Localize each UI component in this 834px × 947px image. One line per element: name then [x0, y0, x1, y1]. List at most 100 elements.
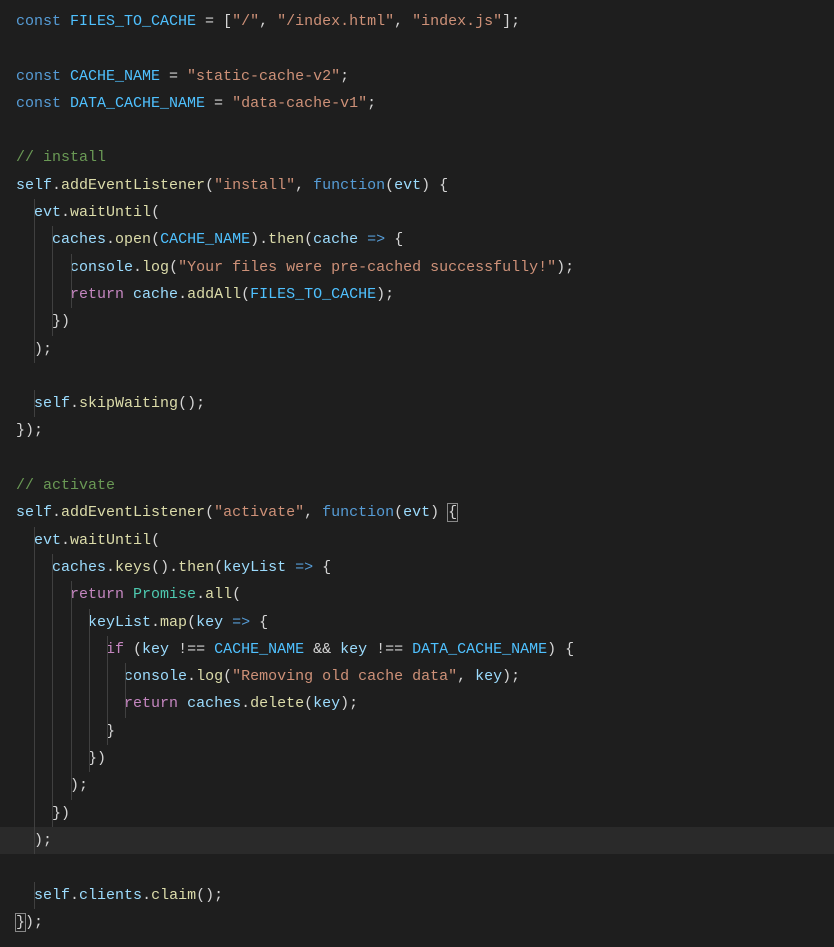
code-token: clients [79, 887, 142, 904]
code-line[interactable]: console.log("Removing old cache data", k… [16, 663, 834, 690]
code-token: evt [34, 532, 61, 549]
code-token: caches [52, 231, 106, 248]
code-token: const [16, 95, 70, 112]
code-line[interactable]: }) [16, 745, 834, 772]
code-line[interactable]: keyList.map(key => { [16, 609, 834, 636]
code-line[interactable]: // activate [16, 472, 834, 499]
code-token: ]; [502, 13, 520, 30]
code-token: ); [502, 668, 520, 685]
code-token: { [313, 559, 331, 576]
code-token: caches [52, 559, 106, 576]
code-line[interactable]: return cache.addAll(FILES_TO_CACHE); [16, 281, 834, 308]
code-token: ); [376, 286, 394, 303]
code-token: ( [205, 504, 214, 521]
code-line[interactable] [16, 445, 834, 472]
code-token: { [250, 614, 268, 631]
code-token: log [142, 259, 169, 276]
code-line[interactable]: const CACHE_NAME = "static-cache-v2"; [16, 63, 834, 90]
indent-guide [52, 772, 53, 799]
indent-guide [52, 663, 53, 690]
code-token: => [232, 614, 250, 631]
code-token: }) [16, 805, 70, 822]
indent-guide [71, 636, 72, 663]
code-token: keyList [223, 559, 286, 576]
code-token: ( [385, 177, 394, 194]
code-line[interactable]: ); [16, 827, 834, 854]
code-token: ( [205, 177, 214, 194]
indent-guide [52, 609, 53, 636]
code-line[interactable]: evt.waitUntil( [16, 199, 834, 226]
code-token: console [124, 668, 187, 685]
code-token: self [34, 887, 70, 904]
indent-guide [34, 827, 35, 854]
code-line[interactable]: } [16, 718, 834, 745]
indent-guide [34, 800, 35, 827]
code-editor[interactable]: const FILES_TO_CACHE = ["/", "/index.htm… [16, 8, 834, 936]
code-token: console [70, 259, 133, 276]
code-token: all [205, 586, 232, 603]
code-token: ); [25, 914, 43, 931]
indent-guide [34, 745, 35, 772]
code-token: } [16, 914, 25, 931]
code-line[interactable] [16, 854, 834, 881]
code-token: ( [151, 231, 160, 248]
code-token: DATA_CACHE_NAME [412, 641, 547, 658]
code-token [16, 286, 70, 303]
code-token: => [295, 559, 313, 576]
code-line[interactable] [16, 363, 834, 390]
code-line[interactable]: ); [16, 336, 834, 363]
code-line[interactable]: if (key !== CACHE_NAME && key !== DATA_C… [16, 636, 834, 663]
code-line[interactable]: return Promise.all( [16, 581, 834, 608]
code-token: const [16, 13, 70, 30]
code-line[interactable] [16, 35, 834, 62]
code-token: if [106, 641, 124, 658]
code-token: && [304, 641, 340, 658]
code-line[interactable]: self.clients.claim(); [16, 882, 834, 909]
code-token: ( [241, 286, 250, 303]
code-token: . [70, 887, 79, 904]
code-line[interactable]: self.skipWaiting(); [16, 390, 834, 417]
code-token: key [196, 614, 223, 631]
code-line[interactable]: const DATA_CACHE_NAME = "data-cache-v1"; [16, 90, 834, 117]
code-token: . [151, 614, 160, 631]
code-line[interactable]: ); [16, 772, 834, 799]
code-token [16, 395, 34, 412]
code-line[interactable]: }) [16, 308, 834, 335]
code-line[interactable]: // install [16, 144, 834, 171]
code-token: caches [187, 695, 241, 712]
code-line[interactable]: caches.open(CACHE_NAME).then(cache => { [16, 226, 834, 253]
code-token: ( [151, 532, 160, 549]
code-token: "activate" [214, 504, 304, 521]
code-line[interactable]: }); [16, 909, 834, 936]
indent-guide [52, 308, 53, 335]
indent-guide [52, 554, 53, 581]
code-token: !== [169, 641, 214, 658]
code-line[interactable]: }) [16, 800, 834, 827]
code-line[interactable]: caches.keys().then(keyList => { [16, 554, 834, 581]
code-token: addEventListener [61, 504, 205, 521]
indent-guide [89, 690, 90, 717]
code-token: keys [115, 559, 151, 576]
code-token: return [124, 695, 178, 712]
code-token [16, 532, 34, 549]
code-token: CACHE_NAME [160, 231, 250, 248]
code-token: . [187, 668, 196, 685]
code-line[interactable]: return caches.delete(key); [16, 690, 834, 717]
indent-guide [107, 718, 108, 745]
code-token: ( [214, 559, 223, 576]
code-line[interactable]: self.addEventListener("install", functio… [16, 172, 834, 199]
code-token: }) [16, 313, 70, 330]
code-line[interactable] [16, 117, 834, 144]
indent-guide [107, 690, 108, 717]
code-line[interactable]: evt.waitUntil( [16, 527, 834, 554]
code-token: , [304, 504, 322, 521]
code-line[interactable]: const FILES_TO_CACHE = ["/", "/index.htm… [16, 8, 834, 35]
code-line[interactable]: }); [16, 417, 834, 444]
code-token: addAll [187, 286, 241, 303]
code-token: . [70, 395, 79, 412]
code-token: FILES_TO_CACHE [70, 13, 196, 30]
code-line[interactable]: console.log("Your files were pre-cached … [16, 254, 834, 281]
code-token: ) { [547, 641, 574, 658]
code-token: ) [430, 504, 448, 521]
code-line[interactable]: self.addEventListener("activate", functi… [16, 499, 834, 526]
